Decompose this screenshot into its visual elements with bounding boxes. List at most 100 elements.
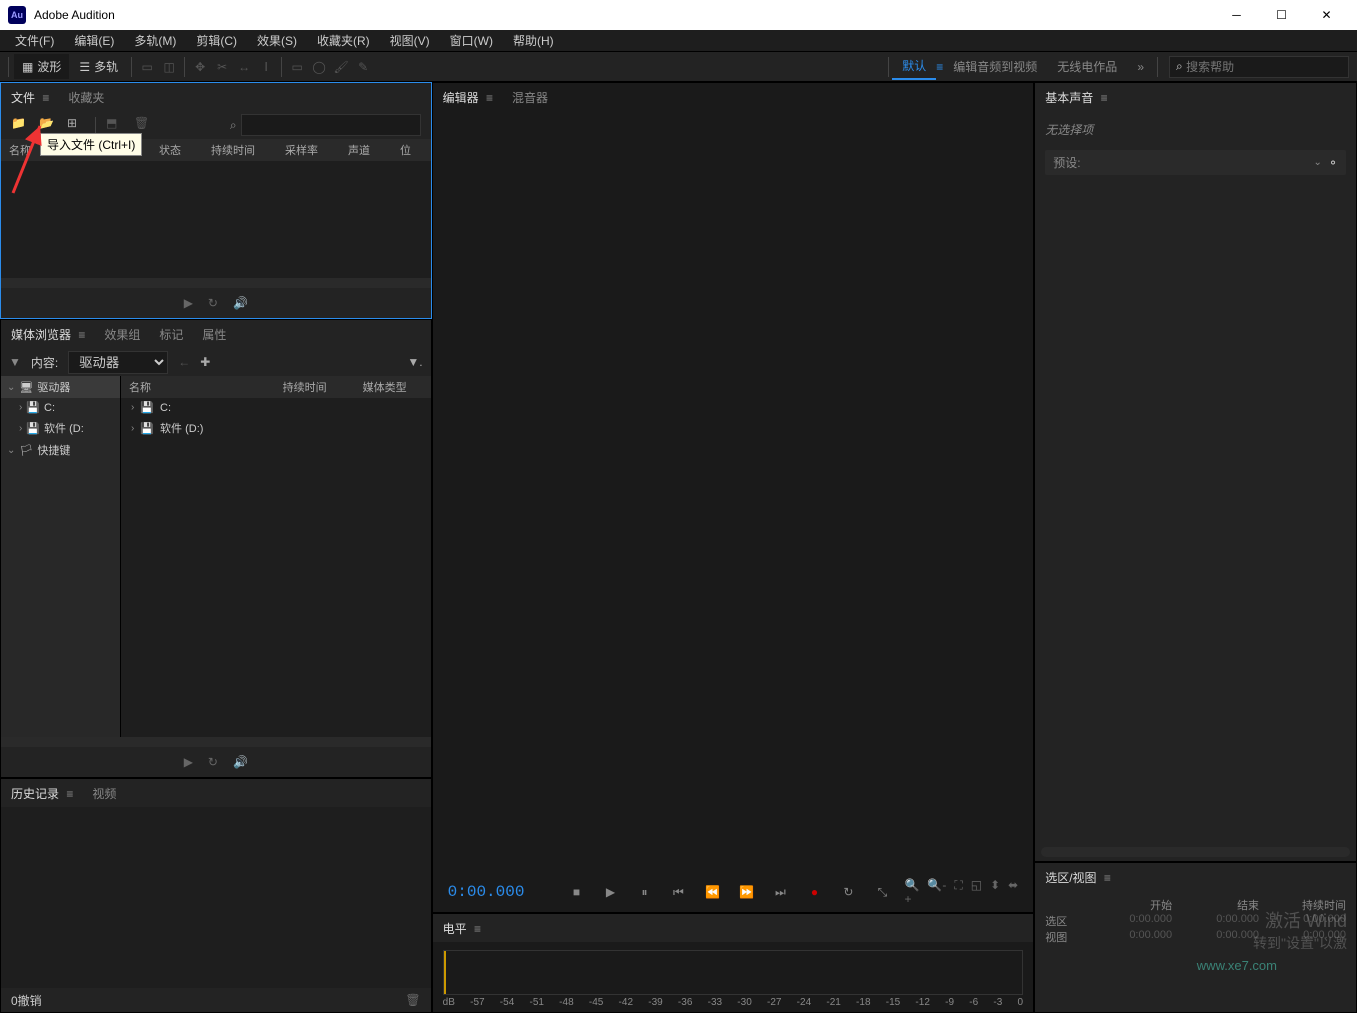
tree-shortcuts[interactable]: ⌄ 🏳 快捷键 <box>1 439 120 461</box>
import-file-icon[interactable]: 📂 <box>39 116 57 134</box>
maximize-button[interactable]: ☐ <box>1259 0 1304 30</box>
slip-tool-icon[interactable]: ↔ <box>234 57 254 77</box>
tab-essential-sound[interactable]: 基本声音 ≡ <box>1043 85 1109 110</box>
preset-menu-icon[interactable]: ⚬ <box>1328 156 1338 170</box>
workspace-default[interactable]: 默认 <box>892 53 936 80</box>
panel-menu-icon[interactable]: ≡ <box>78 328 85 342</box>
tab-file[interactable]: 文件 ≡ <box>9 85 51 110</box>
sel-start[interactable]: 0:00.000 <box>1105 913 1172 929</box>
editor-canvas[interactable] <box>433 111 1034 872</box>
close-button[interactable]: ✕ <box>1304 0 1349 30</box>
delete-icon[interactable]: 🗑 <box>134 116 152 134</box>
loop-button[interactable]: ↻ <box>836 880 860 904</box>
skip-selection-button[interactable]: ⤡ <box>870 880 894 904</box>
play-icon[interactable]: ▶ <box>184 296 193 310</box>
menu-edit[interactable]: 编辑(E) <box>64 29 124 52</box>
help-search[interactable]: ⌕ <box>1169 56 1349 78</box>
list-item[interactable]: › 💾 C: <box>121 398 431 417</box>
panel-menu-icon[interactable]: ≡ <box>474 922 481 936</box>
list-col-name[interactable]: 名称 <box>129 379 283 395</box>
zoom-selection-icon[interactable]: ◱ <box>971 878 982 906</box>
new-file-icon[interactable]: ⊞ <box>67 116 85 134</box>
media-tree[interactable]: ⌄ 🖥 驱动器 › 💾 C: › 💾 软件 (D: ⌄ 🏳 快捷键 <box>1 376 121 737</box>
tree-c[interactable]: › 💾 C: <box>1 398 120 417</box>
forward-button[interactable]: ⏩ <box>734 880 758 904</box>
autoplay-icon[interactable]: 🔊 <box>233 755 248 769</box>
record-button[interactable]: ● <box>802 880 826 904</box>
menu-clip[interactable]: 剪辑(C) <box>186 29 247 52</box>
col-duration[interactable]: 持续时间 <box>211 142 255 158</box>
tab-editor[interactable]: 编辑器 ≡ <box>441 85 495 110</box>
spectral-icon[interactable]: ◫ <box>159 57 179 77</box>
tab-video[interactable]: 视频 <box>90 781 118 806</box>
menu-multitrack[interactable]: 多轨(M) <box>124 29 186 52</box>
list-item[interactable]: › 💾 软件 (D:) <box>121 417 431 439</box>
tab-media-browser[interactable]: 媒体浏览器 ≡ <box>9 322 87 347</box>
menu-favorites[interactable]: 收藏夹(R) <box>307 29 380 52</box>
play-button[interactable]: ▶ <box>598 880 622 904</box>
history-list[interactable] <box>1 807 431 988</box>
tab-mixer[interactable]: 混音器 <box>510 85 550 110</box>
sel-dur[interactable]: 0:00.000 <box>1279 913 1346 929</box>
go-end-button[interactable]: ⏭ <box>768 880 792 904</box>
tab-markers[interactable]: 标记 <box>157 322 185 347</box>
help-search-input[interactable] <box>1186 60 1342 74</box>
back-icon[interactable]: ← <box>178 355 190 369</box>
timecode[interactable]: 0:00.000 <box>448 883 525 901</box>
workspace-more[interactable]: » <box>1127 56 1154 78</box>
media-list[interactable]: 名称 持续时间 媒体类型 › 💾 C: › 💾 软件 (D:) <box>121 376 431 737</box>
workspace-radio[interactable]: 无线电作品 <box>1047 54 1127 79</box>
zoom-in-vert-icon[interactable]: ⬍ <box>990 878 1000 906</box>
files-search-input[interactable] <box>241 114 421 136</box>
workspace-default-menu-icon[interactable]: ≡ <box>936 60 943 74</box>
menu-view[interactable]: 视图(V) <box>380 29 440 52</box>
move-tool-icon[interactable]: ✥ <box>190 57 210 77</box>
col-samplerate[interactable]: 采样率 <box>285 142 318 158</box>
content-dropdown[interactable]: 驱动器 <box>68 351 168 374</box>
rewind-button[interactable]: ⏪ <box>700 880 724 904</box>
zoom-out-icon[interactable]: 🔍- <box>927 878 946 906</box>
panel-menu-icon[interactable]: ≡ <box>42 91 49 105</box>
view-end[interactable]: 0:00.000 <box>1192 929 1259 945</box>
view-dur[interactable]: 0:00.000 <box>1279 929 1346 945</box>
insert-icon[interactable]: ⬒ <box>106 116 124 134</box>
tab-selection-view[interactable]: 选区/视图 ≡ <box>1043 865 1113 890</box>
tab-favorites[interactable]: 收藏夹 <box>66 85 106 110</box>
files-scrollbar[interactable] <box>1 278 431 288</box>
col-status[interactable]: 状态 <box>159 142 181 158</box>
time-select-icon[interactable]: Ⅰ <box>256 57 276 77</box>
play-icon[interactable]: ▶ <box>184 755 193 769</box>
menu-window[interactable]: 窗口(W) <box>440 29 503 52</box>
open-file-icon[interactable]: 📁 <box>11 116 29 134</box>
panel-menu-icon[interactable]: ≡ <box>1101 91 1108 105</box>
menu-effects[interactable]: 效果(S) <box>247 29 307 52</box>
loop-icon[interactable]: ↻ <box>208 755 218 769</box>
panel-menu-icon[interactable]: ≡ <box>486 91 493 105</box>
sound-scrollbar[interactable] <box>1041 847 1350 857</box>
tab-levels[interactable]: 电平 ≡ <box>441 916 483 941</box>
tree-d[interactable]: › 💾 软件 (D: <box>1 417 120 439</box>
menu-help[interactable]: 帮助(H) <box>503 29 564 52</box>
zoom-full-icon[interactable]: ⛶ <box>954 878 962 906</box>
trash-icon[interactable]: 🗑 <box>405 993 420 1007</box>
add-shortcut-icon[interactable]: ✚ <box>200 355 210 369</box>
tab-properties[interactable]: 属性 <box>200 322 228 347</box>
workspace-edit-audio[interactable]: 编辑音频到视频 <box>943 54 1047 79</box>
brush-icon[interactable]: 🖌 <box>331 57 351 77</box>
panel-menu-icon[interactable]: ≡ <box>1104 871 1111 885</box>
hud-icon[interactable]: ▭ <box>137 57 157 77</box>
autoplay-icon[interactable]: 🔊 <box>233 296 248 310</box>
heal-icon[interactable]: ✎ <box>353 57 373 77</box>
go-start-button[interactable]: ⏮ <box>666 880 690 904</box>
col-channels[interactable]: 声道 <box>348 142 370 158</box>
razor-tool-icon[interactable]: ✂ <box>212 57 232 77</box>
minimize-button[interactable]: ─ <box>1214 0 1259 30</box>
waveform-mode-button[interactable]: ▦ 波形 <box>14 54 69 79</box>
zoom-in-icon[interactable]: 🔍+ <box>904 878 919 906</box>
levels-meter[interactable]: dB-57-54-51-48-45-42-39-36-33-30-27-24-2… <box>433 942 1034 1012</box>
stop-button[interactable]: ■ <box>564 880 588 904</box>
lasso-icon[interactable]: ◯ <box>309 57 329 77</box>
tab-history[interactable]: 历史记录 ≡ <box>9 781 75 806</box>
col-bit[interactable]: 位 <box>400 142 411 158</box>
files-list[interactable] <box>1 161 431 278</box>
